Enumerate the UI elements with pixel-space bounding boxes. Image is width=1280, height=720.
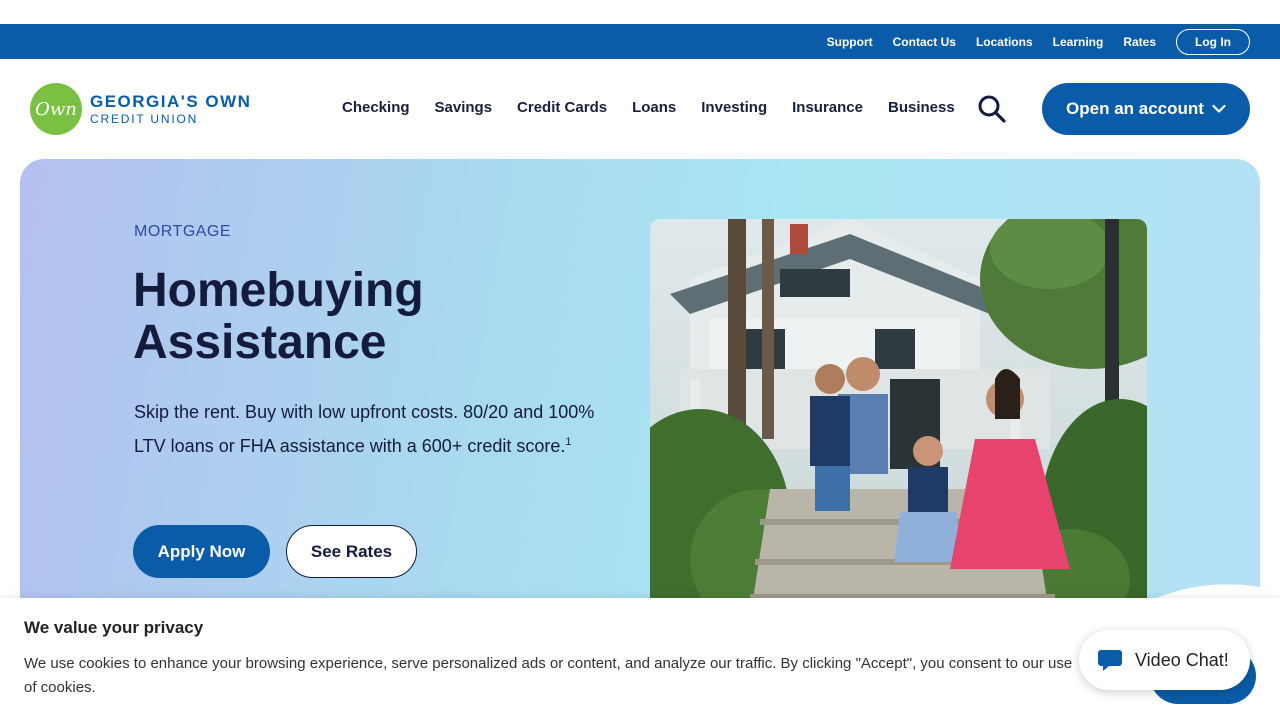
- nav-item-checking[interactable]: Checking: [342, 99, 410, 116]
- locations-link[interactable]: Locations: [976, 35, 1033, 49]
- logo[interactable]: Own GEORGIA'S OWN CREDIT UNION: [30, 83, 251, 135]
- hero-eyebrow: MORTGAGE: [134, 223, 232, 240]
- nav-item-business[interactable]: Business: [888, 99, 955, 116]
- nav-item-savings[interactable]: Savings: [435, 99, 493, 116]
- video-chat-label: Video Chat!: [1135, 649, 1229, 670]
- open-account-label: Open an account: [1066, 99, 1204, 118]
- rates-link[interactable]: Rates: [1123, 35, 1156, 49]
- cookie-banner-text: We use cookies to enhance your browsing …: [24, 655, 1073, 696]
- support-link[interactable]: Support: [827, 35, 873, 49]
- footnote-marker[interactable]: 1: [565, 436, 571, 448]
- nav-item-credit-cards[interactable]: Credit Cards: [517, 99, 607, 116]
- main-header: Own GEORGIA'S OWN CREDIT UNION Checking …: [0, 59, 1280, 159]
- hero-title: Homebuying Assistance: [133, 264, 424, 369]
- hero-description-text: Skip the rent. Buy with low upfront cost…: [134, 402, 595, 456]
- search-icon[interactable]: [977, 95, 1007, 123]
- open-account-button[interactable]: Open an account: [1042, 83, 1250, 135]
- nav-item-loans[interactable]: Loans: [632, 99, 676, 116]
- see-rates-button[interactable]: See Rates: [286, 525, 417, 578]
- learning-link[interactable]: Learning: [1053, 35, 1104, 49]
- family-house-illustration: [650, 219, 1147, 619]
- nav-item-insurance[interactable]: Insurance: [792, 99, 863, 116]
- hero-description: Skip the rent. Buy with low upfront cost…: [134, 397, 604, 461]
- apply-now-button[interactable]: Apply Now: [133, 525, 270, 578]
- utility-bar: Support Contact Us Locations Learning Ra…: [0, 24, 1280, 59]
- cookie-banner-title: We value your privacy: [24, 618, 204, 637]
- login-button[interactable]: Log In: [1176, 28, 1250, 55]
- chat-bubble-icon: [1098, 650, 1122, 671]
- logo-mark: Own: [30, 83, 82, 135]
- contact-us-link[interactable]: Contact Us: [893, 35, 956, 49]
- logo-line-1: GEORGIA'S OWN: [90, 92, 252, 111]
- logo-line-2: CREDIT UNION: [90, 112, 199, 126]
- chevron-down-icon: [1212, 104, 1226, 113]
- hero-section: MORTGAGE Homebuying Assistance Skip the …: [20, 159, 1260, 619]
- video-chat-button[interactable]: Video Chat!: [1079, 630, 1250, 690]
- logo-text: GEORGIA'S OWN CREDIT UNION: [90, 93, 251, 125]
- main-nav: Checking Savings Credit Cards Loans Inve…: [342, 99, 980, 116]
- hero-family-photo: [650, 219, 1147, 619]
- nav-item-investing[interactable]: Investing: [701, 99, 767, 116]
